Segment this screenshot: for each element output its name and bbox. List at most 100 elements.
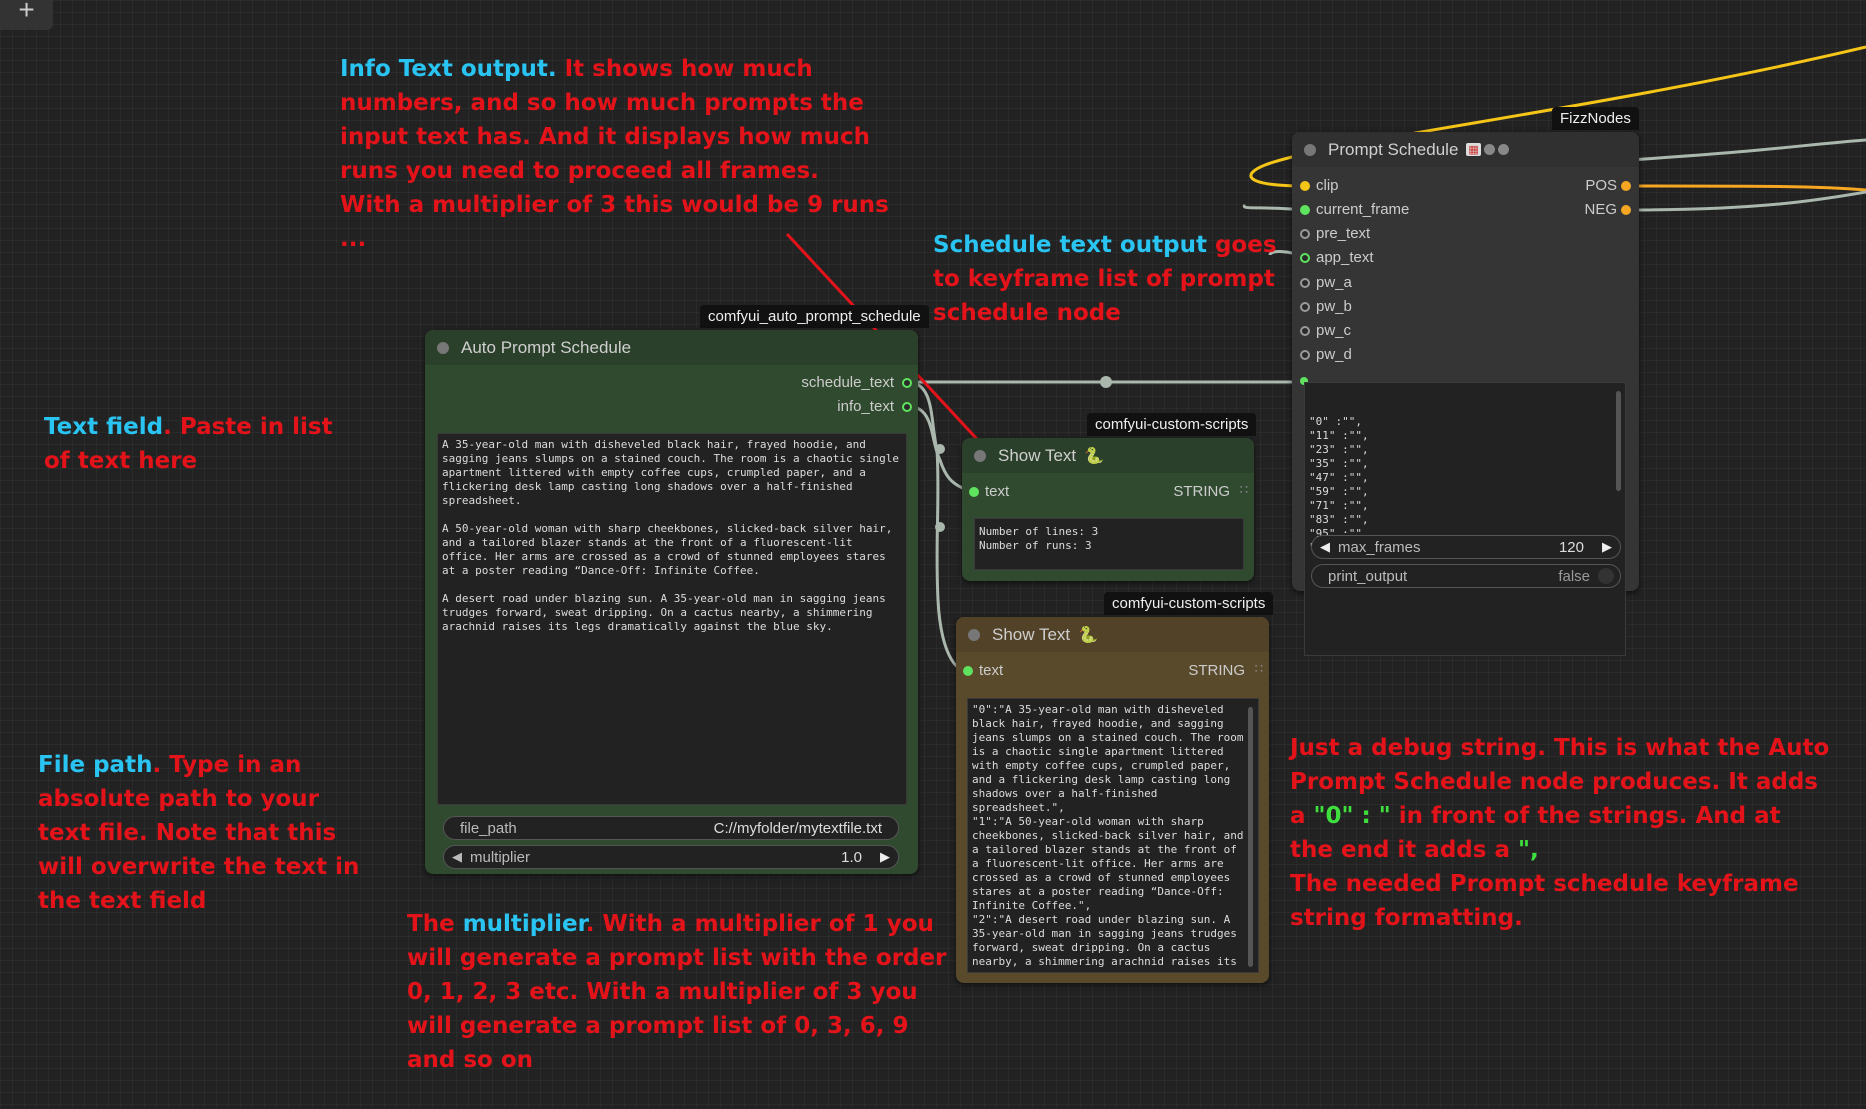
schedule-text-field[interactable]: "0" :"", "11" :"", "23" :"", "35" :"", "… [1304, 382, 1626, 656]
increment-arrow-icon[interactable]: ▶ [1602, 539, 1612, 555]
input-label-text: text [985, 483, 1010, 500]
max-frames-label: max_frames [1338, 538, 1421, 556]
multiplier-label: multiplier [470, 848, 531, 866]
print-output-label: print_output [1328, 567, 1408, 585]
node-title-bar[interactable]: Prompt Schedule ▦ [1292, 132, 1639, 167]
annotation-line: With a multiplier of 3 this would be 9 r… [340, 192, 889, 252]
f-badge-icon [1483, 144, 1495, 155]
decrement-arrow-icon[interactable]: ◀ [1320, 539, 1330, 555]
input-socket-pw-a[interactable] [1300, 278, 1310, 288]
grid-socket-icon[interactable]: ∷ [1255, 661, 1263, 677]
annotation-title: multiplier [462, 911, 586, 937]
annotation-green-prefix: "0" : " [1313, 803, 1391, 829]
scrollbar[interactable] [1248, 707, 1253, 967]
node-source-badge: FizzNodes [1552, 107, 1639, 130]
input-socket-pw-c[interactable] [1300, 326, 1310, 336]
annotation-title: Info Text output. [340, 56, 557, 82]
increment-arrow-icon[interactable]: ▶ [880, 849, 890, 865]
auto-prompt-schedule-node[interactable]: Auto Prompt Schedule schedule_text info_… [425, 330, 918, 874]
input-label-pw-c: pw_c [1316, 322, 1352, 339]
node-title-bar[interactable]: Show Text 🐍 [962, 438, 1254, 473]
input-label-app-text: app_text [1316, 249, 1374, 266]
annotation-title: File path [38, 752, 153, 778]
annotation-info-text: Info Text output. It shows how much numb… [340, 52, 920, 256]
schedule-text-content: "0" :"", "11" :"", "23" :"", "35" :"", "… [1309, 415, 1375, 554]
annotation-multiplier: The multiplier. With a multiplier of 1 y… [407, 907, 952, 1077]
annotation-text-field: Text field. Paste in list of text here [44, 410, 354, 478]
node-title: Auto Prompt Schedule [461, 337, 632, 357]
grid-socket-icon[interactable]: ∷ [1240, 482, 1248, 498]
output-socket-pos[interactable] [1621, 181, 1631, 191]
collapse-dot[interactable] [437, 341, 449, 354]
node-source-badge: comfyui_auto_prompt_schedule [700, 305, 929, 328]
snake-icon: 🐍 [1084, 447, 1105, 465]
output-label-pos: POS [1585, 177, 1617, 194]
file-path-field[interactable]: file_path C://myfolder/mytextfile.txt [443, 816, 899, 840]
output-label-schedule-text: schedule_text [801, 374, 894, 391]
output-socket-info-text[interactable] [902, 402, 912, 412]
show-text-node-info[interactable]: Show Text 🐍 text STRING ∷ Number of line… [962, 438, 1254, 581]
input-socket-clip[interactable] [1300, 181, 1310, 191]
wire-pos-gray [1629, 138, 1866, 162]
annotation-dot: . [152, 752, 162, 778]
node-source-badge: comfyui-custom-scripts [1087, 413, 1257, 436]
scrollbar[interactable] [1616, 391, 1621, 491]
collapse-dot[interactable] [1304, 143, 1316, 156]
output-label-neg: NEG [1584, 201, 1617, 218]
output-label-string: STRING [1173, 483, 1230, 500]
collapse-dot[interactable] [974, 449, 986, 462]
input-label-pw-a: pw_a [1316, 274, 1352, 291]
node-title-bar[interactable]: Auto Prompt Schedule [425, 330, 918, 365]
node-title: Prompt Schedule [1328, 139, 1459, 159]
input-socket-text[interactable] [963, 666, 973, 676]
show-text-node-schedule[interactable]: Show Text 🐍 text STRING ∷ "0":"A 35-year… [956, 617, 1269, 983]
wire-pos-orange [1629, 184, 1866, 192]
input-socket-pre-text[interactable] [1300, 229, 1310, 239]
annotation-schedule-text: Schedule text output goes to keyframe li… [933, 228, 1293, 330]
multiplier-value: 1.0 [841, 848, 862, 866]
input-label-pre-text: pre_text [1316, 225, 1371, 242]
toggle-knob[interactable] [1598, 568, 1614, 584]
output-socket-schedule-text[interactable] [902, 378, 912, 388]
prompt-schedule-node[interactable]: Prompt Schedule ▦ clip current_frame pre… [1292, 132, 1639, 656]
max-frames-stepper[interactable]: ◀ max_frames 120 ▶ [1311, 535, 1621, 559]
wire-reroute-dot [1100, 376, 1112, 388]
info-display: Number of lines: 3 Number of runs: 3 [974, 518, 1244, 570]
annotation-green-suffix: ", [1518, 837, 1539, 863]
annotation-debug: Just a debug string. This is what the Au… [1290, 731, 1830, 935]
add-node-button[interactable]: + [0, 0, 53, 30]
file-path-value: C://myfolder/mytextfile.txt [713, 819, 882, 837]
collapse-dot[interactable] [968, 628, 980, 641]
snake-icon: 🐍 [1078, 626, 1099, 644]
prompt-text-field[interactable]: A 35-year-old man with disheveled black … [437, 433, 907, 805]
input-label-current-frame: current_frame [1316, 201, 1410, 218]
input-label-pw-b: pw_b [1316, 298, 1352, 315]
calendar-icon: ▦ [1466, 143, 1481, 156]
input-label-pw-d: pw_d [1316, 346, 1352, 363]
node-title: Show Text [992, 624, 1071, 644]
n-badge-icon [1497, 144, 1509, 155]
print-output-value: false [1558, 567, 1590, 585]
annotation-title: Schedule text output [933, 232, 1207, 258]
node-source-badge: comfyui-custom-scripts [1104, 592, 1274, 615]
input-socket-current-frame[interactable] [1300, 205, 1310, 215]
multiplier-stepper[interactable]: ◀ multiplier 1.0 ▶ [443, 845, 899, 869]
schedule-display: "0":"A 35-year-old man with disheveled b… [967, 698, 1259, 973]
node-title-bar[interactable]: Show Text 🐍 [956, 617, 1269, 652]
decrement-arrow-icon[interactable]: ◀ [452, 849, 462, 865]
annotation-dot: . [163, 414, 172, 440]
wire-neg-gray [1629, 190, 1866, 212]
output-socket-neg[interactable] [1621, 205, 1631, 215]
output-label-info-text: info_text [837, 398, 894, 415]
input-label-text: text [979, 662, 1004, 679]
input-socket-pw-d[interactable] [1300, 350, 1310, 360]
input-socket-app-text[interactable] [1300, 253, 1310, 263]
print-output-toggle[interactable]: print_output false [1311, 564, 1621, 588]
annotation-tail: The needed Prompt schedule keyframe stri… [1290, 871, 1799, 931]
input-socket-text[interactable] [969, 487, 979, 497]
file-path-label: file_path [460, 819, 517, 837]
max-frames-value: 120 [1558, 538, 1584, 556]
annotation-title: Text field [44, 414, 164, 440]
input-socket-pw-b[interactable] [1300, 302, 1310, 312]
input-label-clip: clip [1316, 177, 1339, 194]
